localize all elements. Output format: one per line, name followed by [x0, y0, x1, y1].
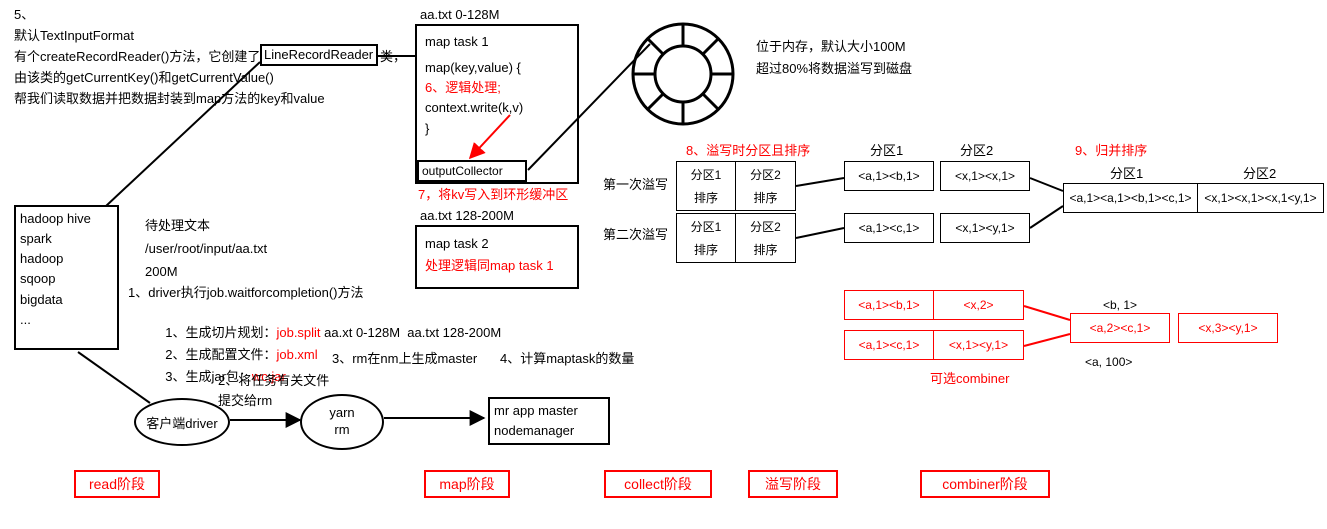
spill1-s2: 排序 [736, 185, 796, 211]
note-5-line2: 默认TextInputFormat [14, 27, 134, 45]
part-row2: <a,1><c,1> <x,1><y,1> [844, 213, 1030, 243]
comb-in-r2c1: <a,1><c,1> [844, 330, 934, 360]
maptask1-l4: context.write(k,v) [425, 98, 569, 118]
comb-in-r2c2: <x,1><y,1> [934, 330, 1024, 360]
maptask1-l3: 6、逻辑处理; [425, 78, 569, 98]
part-r1c2: <x,1><x,1> [940, 161, 1030, 191]
spill2-s2: 排序 [736, 237, 796, 263]
driver-step-1: 1、driver执行job.waitforcompletion()方法 [128, 284, 364, 302]
note-9: 9、归并排序 [1075, 142, 1147, 160]
first-spill-label: 第一次溢写 [603, 176, 668, 194]
maptask-count-label: 4、计算maptask的数量 [500, 350, 634, 368]
output-collector-box: outputCollector [417, 160, 527, 182]
input-line-2: spark [20, 229, 113, 249]
maptask1-l2: map(key,value) { [425, 58, 569, 78]
pending-text-label: 待处理文本 [145, 217, 210, 235]
combiner-optional-label: 可选combiner [930, 370, 1009, 388]
client-driver-label: 客户端driver [146, 413, 218, 432]
phase-read-label: read阶段 [89, 474, 145, 494]
phase-collect-label: collect阶段 [624, 474, 692, 494]
input-line-1: hadoop hive [20, 209, 113, 229]
note-5-line5: 帮我们读取数据并把数据封装到map方法的key和value [14, 90, 325, 108]
note-7: 7，将kv写入到环形缓冲区 [418, 186, 568, 204]
maptask1-l1: map task 1 [425, 32, 569, 52]
maptask1-l5: } [425, 119, 569, 139]
part-row1: <a,1><b,1> <x,1><x,1> [844, 161, 1030, 191]
combiner-in-row2: <a,1><c,1> <x,1><y,1> [844, 330, 1024, 360]
submit-a: 2、将任务有关文件 [218, 372, 329, 390]
maptask2-title: aa.txt 128-200M [420, 207, 514, 225]
combiner-out-row: <a,2><c,1> <x,3><y,1> [1070, 313, 1278, 343]
spill2-p1h: 分区1 [676, 213, 736, 239]
mr-app-master-box: mr app master nodemanager [488, 397, 610, 445]
merge-c2: <x,1><x,1><x,1<y,1> [1198, 183, 1324, 213]
part-h2: 分区2 [960, 142, 993, 160]
spill1-s1: 排序 [676, 185, 736, 211]
note-5-line3c: 类， [380, 48, 406, 66]
part-r2c1: <a,1><c,1> [844, 213, 934, 243]
mr-app-master-l2: nodemanager [494, 421, 604, 441]
second-spill-label: 第二次溢写 [603, 226, 668, 244]
input-line-6: ... [20, 310, 113, 330]
phase-combiner-label: combiner阶段 [942, 474, 1028, 494]
phase-map-label: map阶段 [439, 474, 494, 494]
maptask1-title: aa.txt 0-128M [420, 6, 500, 24]
first-spill-row2: 排序 排序 [676, 185, 796, 211]
comb-in-r1c2: <x,2> [934, 290, 1024, 320]
client-driver-oval: 客户端driver [134, 398, 230, 446]
merge-h1: 分区1 [1110, 165, 1143, 183]
maptask2-l1: map task 2 [425, 233, 569, 255]
input-data-box: hadoop hive spark hadoop sqoop bigdata .… [14, 205, 119, 350]
maptask2-l2: 处理逻辑同map task 1 [425, 255, 569, 277]
note-8: 8、溢写时分区且排序 [686, 142, 810, 160]
phase-map: map阶段 [424, 470, 510, 498]
ring-note-1: 位于内存，默认大小100M [756, 38, 906, 56]
input-line-5: bigdata [20, 290, 113, 310]
second-spill-row1: 分区1 分区2 [676, 213, 796, 239]
submit-b: 提交给rm [218, 392, 272, 410]
merge-row: <a,1><a,1><b,1><c,1> <x,1><x,1><x,1<y,1> [1063, 183, 1324, 213]
input-line-4: sqoop [20, 269, 113, 289]
phase-combiner: combiner阶段 [920, 470, 1050, 498]
mr-app-master-l1: mr app master [494, 401, 604, 421]
phase-spill-label: 溢写阶段 [765, 474, 821, 494]
second-spill-row2: 排序 排序 [676, 237, 796, 263]
input-size: 200M [145, 263, 178, 281]
part-h1: 分区1 [870, 142, 903, 160]
spill1-p1h: 分区1 [676, 161, 736, 187]
combiner-in-row1: <a,1><b,1> <x,2> [844, 290, 1024, 320]
comb-out-c1a: <b, 1> [1103, 297, 1137, 314]
phase-collect: collect阶段 [604, 470, 712, 498]
line-record-reader-box: LineRecordReader [260, 44, 378, 66]
part-r2c2: <x,1><y,1> [940, 213, 1030, 243]
comb-note: <a, 100> [1085, 354, 1132, 371]
merge-h2: 分区2 [1243, 165, 1276, 183]
phase-read: read阶段 [74, 470, 160, 498]
rm-label-2: rm [334, 422, 349, 439]
phase-spill: 溢写阶段 [748, 470, 838, 498]
spill2-p2h: 分区2 [736, 213, 796, 239]
input-path: /user/root/input/aa.txt [145, 240, 267, 258]
ring-buffer-icon [623, 14, 743, 134]
spill2-s1: 排序 [676, 237, 736, 263]
merge-c1: <a,1><a,1><b,1><c,1> [1063, 183, 1198, 213]
note-5-line1: 5、 [14, 6, 34, 24]
output-collector-label: outputCollector [422, 163, 503, 179]
first-spill-row1: 分区1 分区2 [676, 161, 796, 187]
note-5-line4: 由该类的getCurrentKey()和getCurrentValue() [14, 69, 274, 87]
note-5-line3a: 有个createRecordReader()方法，它创建了 [14, 48, 260, 66]
ring-note-2: 超过80%将数据溢写到磁盘 [756, 60, 912, 78]
input-line-3: hadoop [20, 249, 113, 269]
part-r1c1: <a,1><b,1> [844, 161, 934, 191]
maptask2-box: map task 2 处理逻辑同map task 1 [415, 225, 579, 289]
comb-out-c1b: <a,2><c,1> [1070, 313, 1170, 343]
line-record-reader-label: LineRecordReader [264, 46, 373, 64]
split-plan-c: aa.xt 0-128M aa.txt 128-200M [321, 325, 502, 340]
comb-out-c2: <x,3><y,1> [1178, 313, 1278, 343]
rm-label: 3、rm在nm上生成master [332, 350, 477, 368]
yarn-label: yarn [329, 405, 354, 422]
spill1-p2h: 分区2 [736, 161, 796, 187]
yarn-rm-oval: yarn rm [300, 394, 384, 450]
comb-in-r1c1: <a,1><b,1> [844, 290, 934, 320]
